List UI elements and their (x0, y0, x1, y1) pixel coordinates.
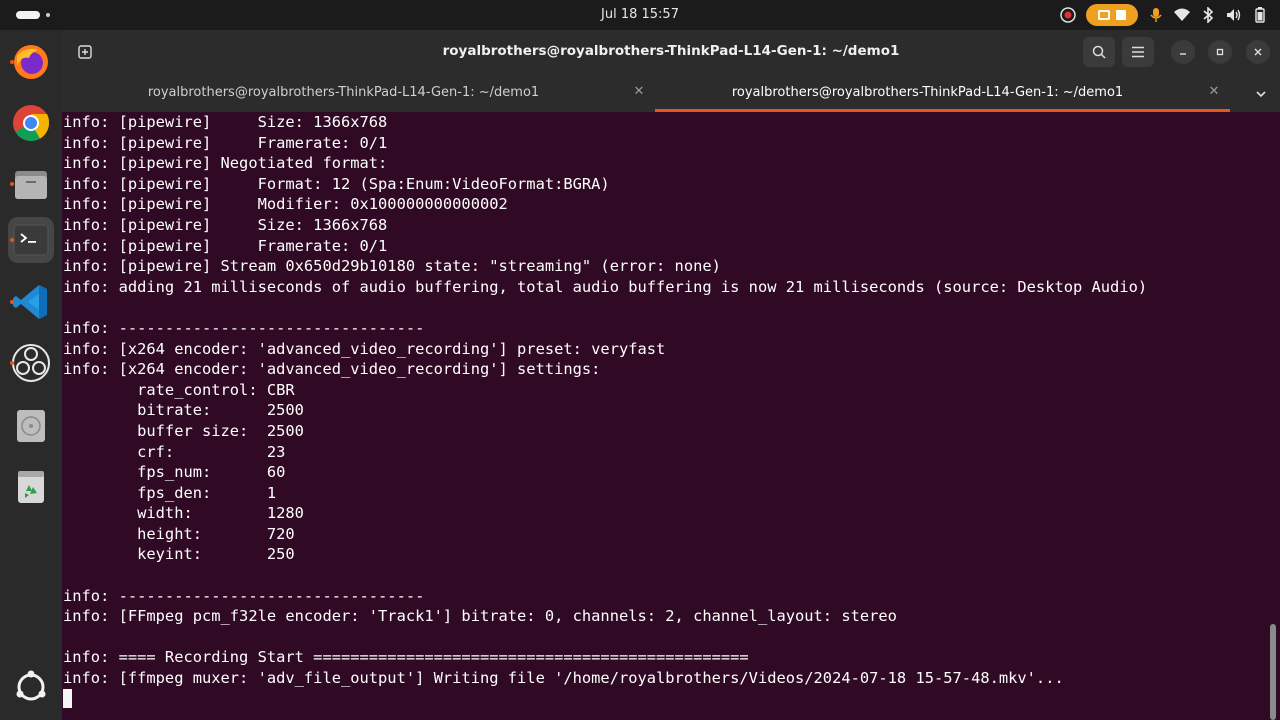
terminal-window: royalbrothers@royalbrothers-ThinkPad-L14… (62, 30, 1280, 720)
files-icon[interactable] (8, 161, 54, 207)
terminal-line: info: ==== Recording Start =============… (63, 648, 749, 667)
running-indicator (10, 300, 14, 304)
running-indicator (10, 60, 14, 64)
tab-label: royalbrothers@royalbrothers-ThinkPad-L14… (731, 85, 1124, 100)
terminal-line: info: [pipewire] Negotiated format: (63, 154, 388, 173)
terminal-line: info: [x264 encoder: 'advanced_video_rec… (63, 360, 601, 379)
battery-icon[interactable] (1252, 7, 1268, 23)
terminal-line: info: [pipewire] Format: 12 (Spa:Enum:Vi… (63, 174, 610, 193)
tab-close-icon[interactable]: ✕ (631, 84, 647, 100)
terminal-line: fps_den: 1 (63, 483, 277, 502)
terminal-line: bitrate: 2500 (63, 401, 304, 420)
terminal-line: width: 1280 (63, 504, 304, 523)
terminal-line: info: [pipewire] Stream 0x650d29b10180 s… (63, 257, 721, 276)
chrome-icon[interactable] (8, 100, 54, 146)
bluetooth-icon[interactable] (1200, 7, 1216, 23)
dock (0, 30, 62, 720)
terminal-icon[interactable] (8, 217, 54, 263)
running-indicator (10, 238, 14, 242)
tab-close-icon[interactable]: ✕ (1206, 84, 1222, 100)
wifi-icon[interactable] (1174, 7, 1190, 23)
chevron-down-icon[interactable] (1254, 86, 1268, 100)
top-bar: Jul 18 15:57 (0, 0, 1280, 30)
terminal-line: info: [FFmpeg pcm_f32le encoder: 'Track1… (63, 607, 897, 626)
close-button[interactable] (1246, 40, 1270, 64)
tab-1[interactable]: royalbrothers@royalbrothers-ThinkPad-L14… (62, 74, 655, 112)
terminal-line: info: --------------------------------- (63, 586, 425, 605)
tab-label: royalbrothers@royalbrothers-ThinkPad-L14… (147, 85, 540, 100)
obs-icon[interactable] (8, 340, 54, 386)
screen-recording-indicator[interactable] (1086, 4, 1138, 26)
terminal-line: height: 720 (63, 524, 295, 543)
prompt-line[interactable] (63, 688, 1147, 710)
terminal-line: keyint: 250 (63, 545, 295, 564)
scrollbar[interactable] (1270, 624, 1276, 720)
tab-2[interactable]: royalbrothers@royalbrothers-ThinkPad-L14… (655, 74, 1230, 112)
terminal-line: info: [pipewire] Framerate: 0/1 (63, 133, 388, 152)
terminal-line: info: adding 21 milliseconds of audio bu… (63, 277, 1148, 296)
show-apps-icon[interactable] (8, 664, 54, 710)
terminal-line: info: [ffmpeg muxer: 'adv_file_output'] … (63, 669, 1064, 688)
terminal-lines: info: [pipewire] Size: 1366x768 info: [pi… (63, 112, 1147, 709)
terminal-line: info: [pipewire] Modifier: 0x10000000000… (63, 195, 508, 214)
terminal-line: fps_num: 60 (63, 463, 286, 482)
terminal-line: buffer size: 2500 (63, 421, 304, 440)
header-bar: royalbrothers@royalbrothers-ThinkPad-L14… (62, 30, 1280, 74)
trash-icon[interactable] (8, 464, 54, 510)
minimize-button[interactable] (1171, 40, 1195, 64)
running-indicator (10, 361, 14, 365)
terminal-line: info: [pipewire] Size: 1366x768 (63, 113, 388, 131)
terminal-line: info: [x264 encoder: 'advanced_video_rec… (63, 339, 666, 358)
running-indicator (10, 182, 14, 186)
screen-recording-indicator-icon[interactable] (1060, 7, 1076, 23)
terminal-line: info: [pipewire] Size: 1366x768 (63, 215, 388, 234)
tab-bar: royalbrothers@royalbrothers-ThinkPad-L14… (62, 74, 1280, 112)
menu-button[interactable] (1122, 37, 1154, 67)
firefox-icon[interactable] (8, 39, 54, 85)
text-cursor (63, 688, 72, 708)
vscode-icon[interactable] (8, 279, 54, 325)
terminal-line: crf: 23 (63, 442, 286, 461)
terminal-output[interactable]: info: [pipewire] Size: 1366x768 info: [pi… (62, 112, 1280, 720)
terminal-line: info: --------------------------------- (63, 318, 425, 337)
disk-icon[interactable] (8, 403, 54, 449)
microphone-icon[interactable] (1148, 7, 1164, 23)
search-button[interactable] (1083, 37, 1115, 67)
volume-icon[interactable] (1226, 7, 1242, 23)
terminal-line: rate_control: CBR (63, 380, 295, 399)
maximize-button[interactable] (1208, 40, 1232, 64)
terminal-line: info: [pipewire] Framerate: 0/1 (63, 236, 388, 255)
system-tray[interactable] (1060, 4, 1268, 26)
